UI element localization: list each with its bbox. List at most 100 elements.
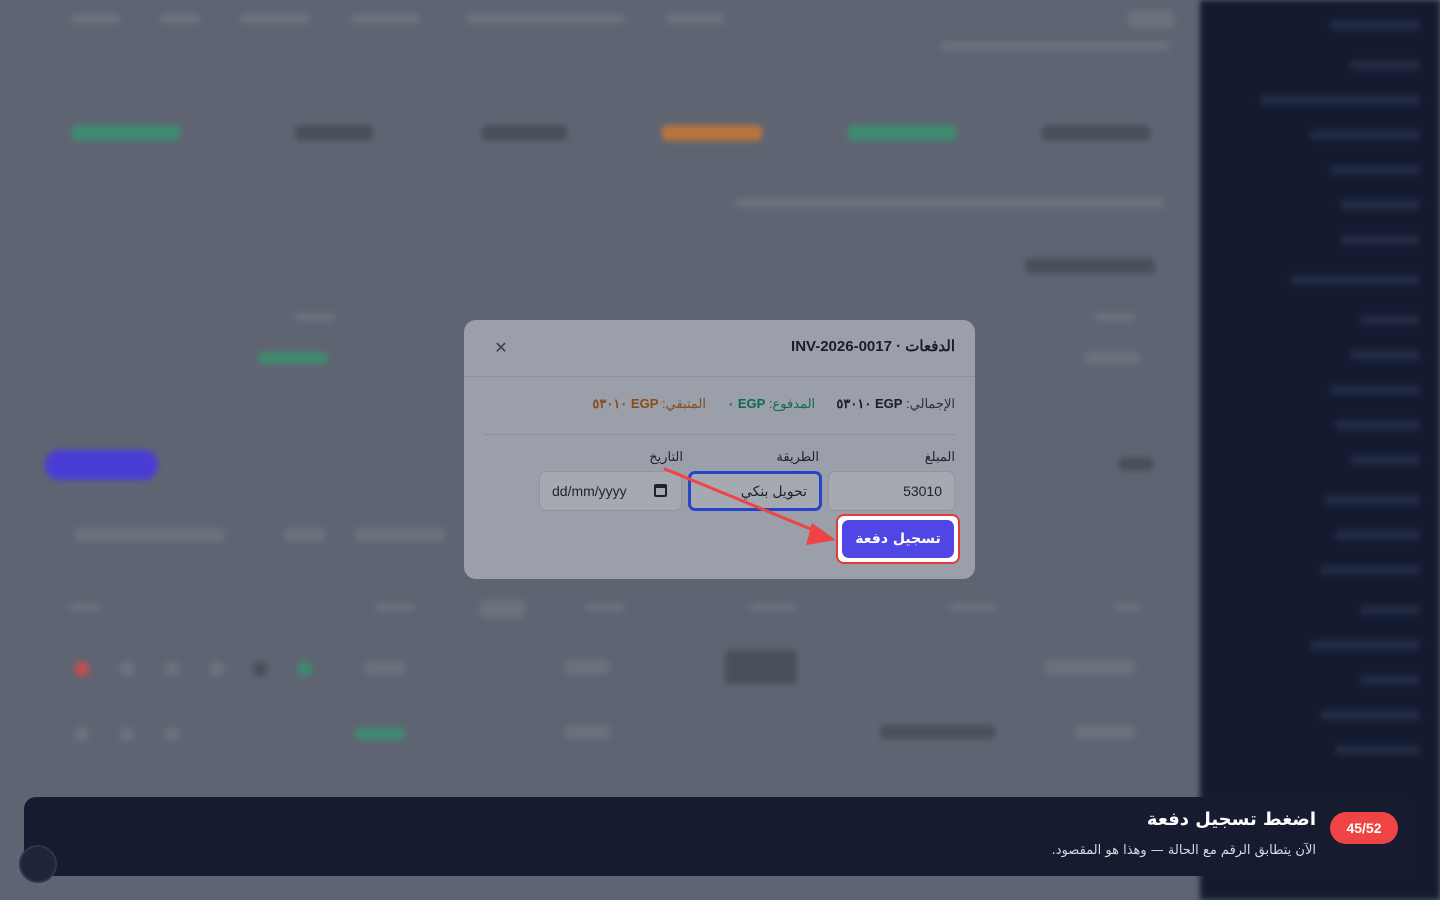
bg-stat (72, 125, 180, 141)
bg-sidebar-item (1335, 530, 1420, 540)
bg-sidebar-item (1340, 200, 1420, 210)
modal-header: الدفعات · INV-2026-0017 ✕ (464, 320, 975, 377)
bg-col-head (750, 603, 795, 611)
bg-cell (365, 662, 405, 674)
bg-sidebar-item (1350, 60, 1420, 70)
close-icon[interactable]: ✕ (493, 339, 509, 357)
bg-row-action (120, 727, 134, 741)
bg-stat (482, 125, 567, 141)
bg-cell (880, 725, 995, 739)
bg-sidebar-item (1310, 130, 1420, 140)
bg-header-title (1128, 10, 1174, 28)
payment-totals: الإجمالي: EGP ٥٣٠١٠ المدفوع: EGP ٠ المتب… (484, 396, 955, 416)
bg-nav-item (665, 14, 725, 24)
bg-col-head (295, 313, 335, 321)
bg-sidebar-item (1360, 675, 1420, 685)
date-input[interactable]: dd/mm/yyyy (539, 471, 682, 511)
bg-section-title (1118, 457, 1154, 471)
bg-sidebar-item (1330, 165, 1420, 175)
bg-row-action (75, 662, 89, 676)
paid-value: EGP ٠ (727, 396, 766, 411)
bg-nav-item (160, 14, 200, 24)
bg-row-action (210, 662, 224, 676)
date-label: التاريخ (649, 449, 683, 464)
highlight-ring: تسجيل دفعة (836, 514, 960, 564)
avatar[interactable] (19, 845, 57, 883)
modal-divider (484, 434, 955, 435)
bg-col-head (950, 603, 995, 611)
bg-sidebar-item (1290, 275, 1420, 285)
bg-filter (285, 528, 325, 542)
bg-sidebar-item (1335, 745, 1420, 755)
bg-text-line (735, 198, 1165, 208)
bg-sidebar-item (1360, 315, 1420, 325)
bg-cell (1075, 725, 1135, 739)
bg-sidebar-item (1260, 95, 1420, 105)
bg-row-action (120, 662, 134, 676)
bg-col-head (70, 603, 100, 611)
bg-sidebar-item (1330, 385, 1420, 395)
bg-col-head (1095, 313, 1135, 321)
bg-sidebar-item (1335, 420, 1420, 430)
method-label: الطريقة (776, 449, 819, 464)
total-summary: الإجمالي: EGP ٥٣٠١٠ (836, 396, 955, 412)
modal-title: الدفعات · INV-2026-0017 (791, 338, 955, 355)
amount-input[interactable]: 53010 (828, 471, 955, 511)
step-badge: 45/52 (1330, 812, 1398, 844)
bg-sidebar-item (1320, 565, 1420, 575)
remaining-value: EGP ٥٣٠١٠ (592, 396, 659, 411)
amount-label: المبلغ (924, 449, 955, 464)
tour-title: اضغط تسجيل دفعة (1146, 809, 1316, 830)
bg-cell (258, 352, 328, 364)
bg-stat (848, 125, 956, 141)
bg-row-action (298, 662, 312, 676)
bg-stat (1042, 125, 1150, 141)
bg-row-action (253, 662, 267, 676)
bg-nav-item (70, 14, 120, 24)
tour-banner: 45/52 اضغط تسجيل دفعة الآن يتطابق الرقم … (19, 797, 1416, 883)
bg-sidebar-item (1350, 350, 1420, 360)
total-label: الإجمالي: (906, 396, 955, 411)
bg-stat (295, 125, 373, 141)
bg-primary-button (45, 450, 158, 480)
bg-cell (565, 660, 610, 674)
tour-body: الآن يتطابق الرقم مع الحالة — وهذا هو ال… (1051, 843, 1316, 858)
calendar-icon[interactable] (654, 484, 667, 497)
bg-sidebar-item (1350, 455, 1420, 465)
bg-row-action (165, 727, 179, 741)
bg-row-action (75, 727, 89, 741)
bg-cell (1045, 660, 1135, 674)
bg-cell (565, 725, 610, 739)
background-sidebar (1200, 0, 1440, 900)
payments-modal: الدفعات · INV-2026-0017 ✕ الإجمالي: EGP … (464, 320, 975, 579)
total-value: EGP ٥٣٠١٠ (836, 396, 903, 411)
bg-sidebar-item (1360, 605, 1420, 615)
record-payment-button[interactable]: تسجيل دفعة (842, 520, 954, 558)
bg-col-head (585, 603, 625, 611)
bg-sidebar-item (1320, 710, 1420, 720)
bg-sidebar-item (1340, 235, 1420, 245)
bg-cell (725, 650, 797, 684)
bg-header-subtitle (940, 42, 1170, 50)
bg-row-action (165, 662, 179, 676)
method-select[interactable]: تحويل بنكي (688, 471, 822, 511)
bg-col-head (480, 600, 525, 618)
bg-stat (662, 125, 762, 141)
bg-cell (1085, 352, 1140, 364)
bg-filter (75, 528, 225, 542)
bg-nav-item (465, 14, 625, 24)
bg-sidebar-item (1330, 20, 1420, 30)
paid-label: المدفوع: (768, 396, 816, 411)
bg-cell (355, 728, 405, 740)
bg-sidebar-item (1325, 495, 1420, 505)
bg-nav-item (350, 14, 420, 24)
bg-col-head (375, 603, 415, 611)
remaining-summary: المتبقي: EGP ٥٣٠١٠ (592, 396, 706, 412)
bg-section-title (1025, 258, 1155, 274)
bg-sidebar-item (1310, 640, 1420, 650)
bg-col-head (1115, 603, 1140, 611)
date-placeholder: dd/mm/yyyy (552, 483, 627, 499)
remaining-label: المتبقي: (662, 396, 706, 411)
bg-divider (40, 180, 1170, 181)
paid-summary: المدفوع: EGP ٠ (727, 396, 815, 412)
